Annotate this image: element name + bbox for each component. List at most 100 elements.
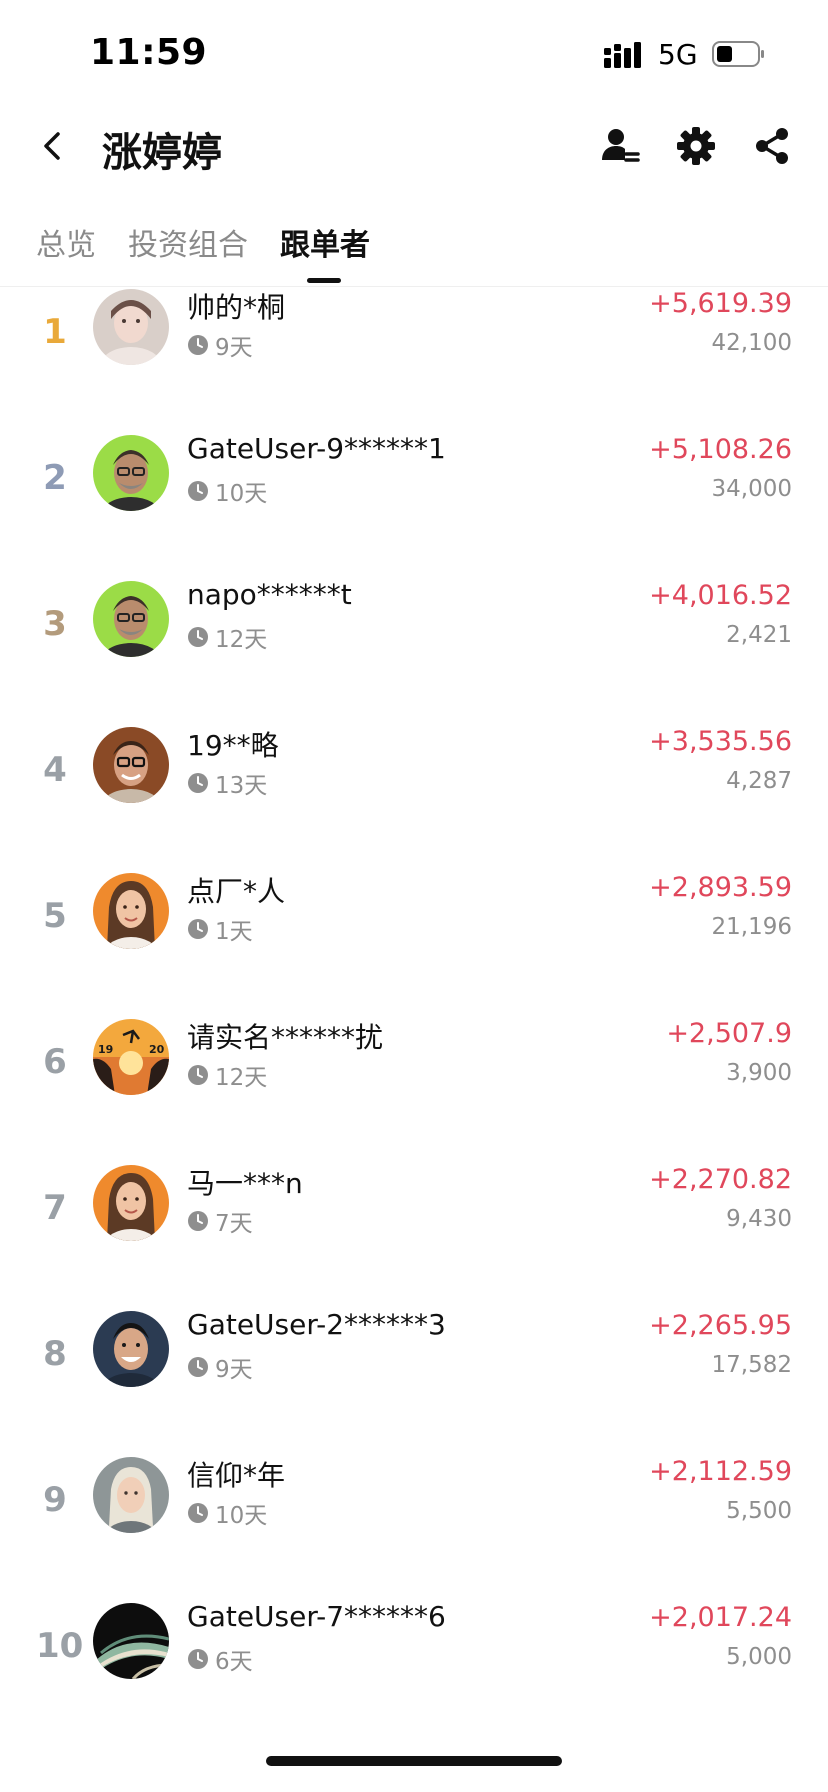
- follow-duration: 6天: [187, 1642, 253, 1676]
- follow-days: 13天: [215, 773, 268, 799]
- follower-rank: 2: [43, 458, 67, 498]
- follower-row[interactable]: 9 信仰*年 10天 +2,112.59 5,500: [0, 1452, 828, 1598]
- follower-amount: 5,000: [726, 1644, 792, 1670]
- clock-icon: [188, 1649, 208, 1669]
- clock-icon: [188, 627, 208, 647]
- follower-name: GateUser-2******3: [187, 1308, 446, 1341]
- follower-amount: 21,196: [711, 914, 792, 940]
- follower-pnl: +2,507.9: [666, 1018, 792, 1049]
- follower-row[interactable]: 6 19 20 请实名******扰 12天 +2,507.9 3,900: [0, 1014, 828, 1160]
- follower-pnl: +3,535.56: [649, 726, 792, 757]
- clock-icon: [188, 335, 208, 355]
- follower-name: 19**略: [187, 729, 279, 762]
- home-indicator: [266, 1756, 562, 1766]
- tab-bar: [0, 210, 828, 287]
- follower-name: GateUser-7******6: [187, 1600, 446, 1633]
- follower-rank: 10: [36, 1626, 84, 1666]
- follow-duration: 10天: [187, 474, 267, 508]
- avatar[interactable]: [93, 1603, 169, 1679]
- follower-pnl: +2,112.59: [649, 1456, 792, 1487]
- follower-pnl: +2,270.82: [649, 1164, 792, 1195]
- follower-row[interactable]: 4 19**略 13天 +3,535.56 4,287: [0, 722, 828, 868]
- clock-icon: [188, 1065, 208, 1085]
- follow-duration: 7天: [187, 1204, 253, 1238]
- active-tab-indicator: [307, 278, 341, 283]
- follower-rank: 5: [43, 896, 67, 936]
- follow-days: 9天: [215, 335, 253, 361]
- follow-days: 10天: [215, 1503, 268, 1529]
- follower-row[interactable]: 3 napo******t 12天 +4,016.52 2,421: [0, 576, 828, 722]
- signal-icon: [604, 42, 641, 68]
- back-icon[interactable]: [34, 124, 74, 168]
- tab-followers[interactable]: 跟单者: [280, 220, 370, 264]
- follower-rank: 3: [43, 604, 67, 644]
- avatar[interactable]: [93, 873, 169, 949]
- tab-overview[interactable]: 总览: [36, 220, 96, 264]
- follower-row[interactable]: 10 GateUser-7******6 6天 +2,017.24 5,000: [0, 1598, 828, 1744]
- follower-rank: 9: [43, 1480, 67, 1520]
- follower-pnl: +2,893.59: [649, 872, 792, 903]
- follower-name: napo******t: [187, 578, 352, 611]
- followers-icon[interactable]: [598, 124, 642, 168]
- svg-text:19: 19: [98, 1043, 113, 1056]
- follower-amount: 4,287: [726, 768, 792, 794]
- follower-amount: 5,500: [726, 1498, 792, 1524]
- follower-amount: 2,421: [726, 622, 792, 648]
- follower-rank: 1: [43, 312, 67, 352]
- follower-name: 点厂*人: [187, 875, 286, 908]
- follow-days: 7天: [215, 1211, 253, 1237]
- clock-icon: [188, 919, 208, 939]
- follow-duration: 9天: [187, 328, 253, 362]
- follower-rank: 4: [43, 750, 67, 790]
- follower-amount: 3,900: [726, 1060, 792, 1086]
- follower-amount: 17,582: [711, 1352, 792, 1378]
- clock-icon: [188, 1211, 208, 1231]
- clock-icon: [188, 1357, 208, 1377]
- avatar[interactable]: [93, 1311, 169, 1387]
- avatar[interactable]: 19 20: [93, 1019, 169, 1095]
- follower-rank: 6: [43, 1042, 67, 1082]
- avatar[interactable]: [93, 581, 169, 657]
- status-bar: 11:59 5G: [0, 0, 828, 110]
- avatar[interactable]: [93, 1165, 169, 1241]
- follower-pnl: +2,017.24: [649, 1602, 792, 1633]
- follow-days: 12天: [215, 1065, 268, 1091]
- svg-text:20: 20: [149, 1043, 165, 1056]
- follower-row[interactable]: 5 点厂*人 1天 +2,893.59 21,196: [0, 868, 828, 1014]
- follower-row[interactable]: 7 马一***n 7天 +2,270.82 9,430: [0, 1160, 828, 1306]
- clock-icon: [188, 773, 208, 793]
- follow-duration: 1天: [187, 912, 253, 946]
- status-time: 11:59: [90, 32, 208, 73]
- follow-days: 9天: [215, 1357, 253, 1383]
- follow-duration: 10天: [187, 1496, 267, 1530]
- follower-pnl: +2,265.95: [649, 1310, 792, 1341]
- tab-portfolio[interactable]: 投资组合: [128, 220, 248, 264]
- follower-rank: 8: [43, 1334, 67, 1374]
- gear-icon[interactable]: [674, 124, 718, 168]
- clock-icon: [188, 481, 208, 501]
- follower-amount: 9,430: [726, 1206, 792, 1232]
- follow-duration: 9天: [187, 1350, 253, 1384]
- follow-duration: 12天: [187, 620, 267, 654]
- follower-name: 信仰*年: [187, 1459, 286, 1492]
- follower-name: 请实名******扰: [187, 1021, 384, 1054]
- follow-days: 6天: [215, 1649, 253, 1675]
- avatar[interactable]: [93, 289, 169, 365]
- avatar[interactable]: [93, 727, 169, 803]
- share-icon[interactable]: [750, 124, 794, 168]
- follower-row[interactable]: 2 GateUser-9******1 10天 +5,108.26 34,000: [0, 430, 828, 576]
- follower-amount: 34,000: [711, 476, 792, 502]
- follow-days: 10天: [215, 481, 268, 507]
- follower-rank: 7: [43, 1188, 67, 1228]
- follower-name: 帅的*桐: [187, 291, 286, 324]
- follower-row[interactable]: 1 帅的*桐 9天 +5,619.39 42,100: [0, 284, 828, 430]
- avatar[interactable]: [93, 1457, 169, 1533]
- follow-days: 12天: [215, 627, 268, 653]
- follow-days: 1天: [215, 919, 253, 945]
- follow-duration: 12天: [187, 1058, 267, 1092]
- follower-pnl: +5,108.26: [649, 434, 792, 465]
- follower-pnl: +5,619.39: [649, 288, 792, 319]
- follower-row[interactable]: 8 GateUser-2******3 9天 +2,265.95 17,582: [0, 1306, 828, 1452]
- avatar[interactable]: [93, 435, 169, 511]
- follower-name: GateUser-9******1: [187, 432, 446, 465]
